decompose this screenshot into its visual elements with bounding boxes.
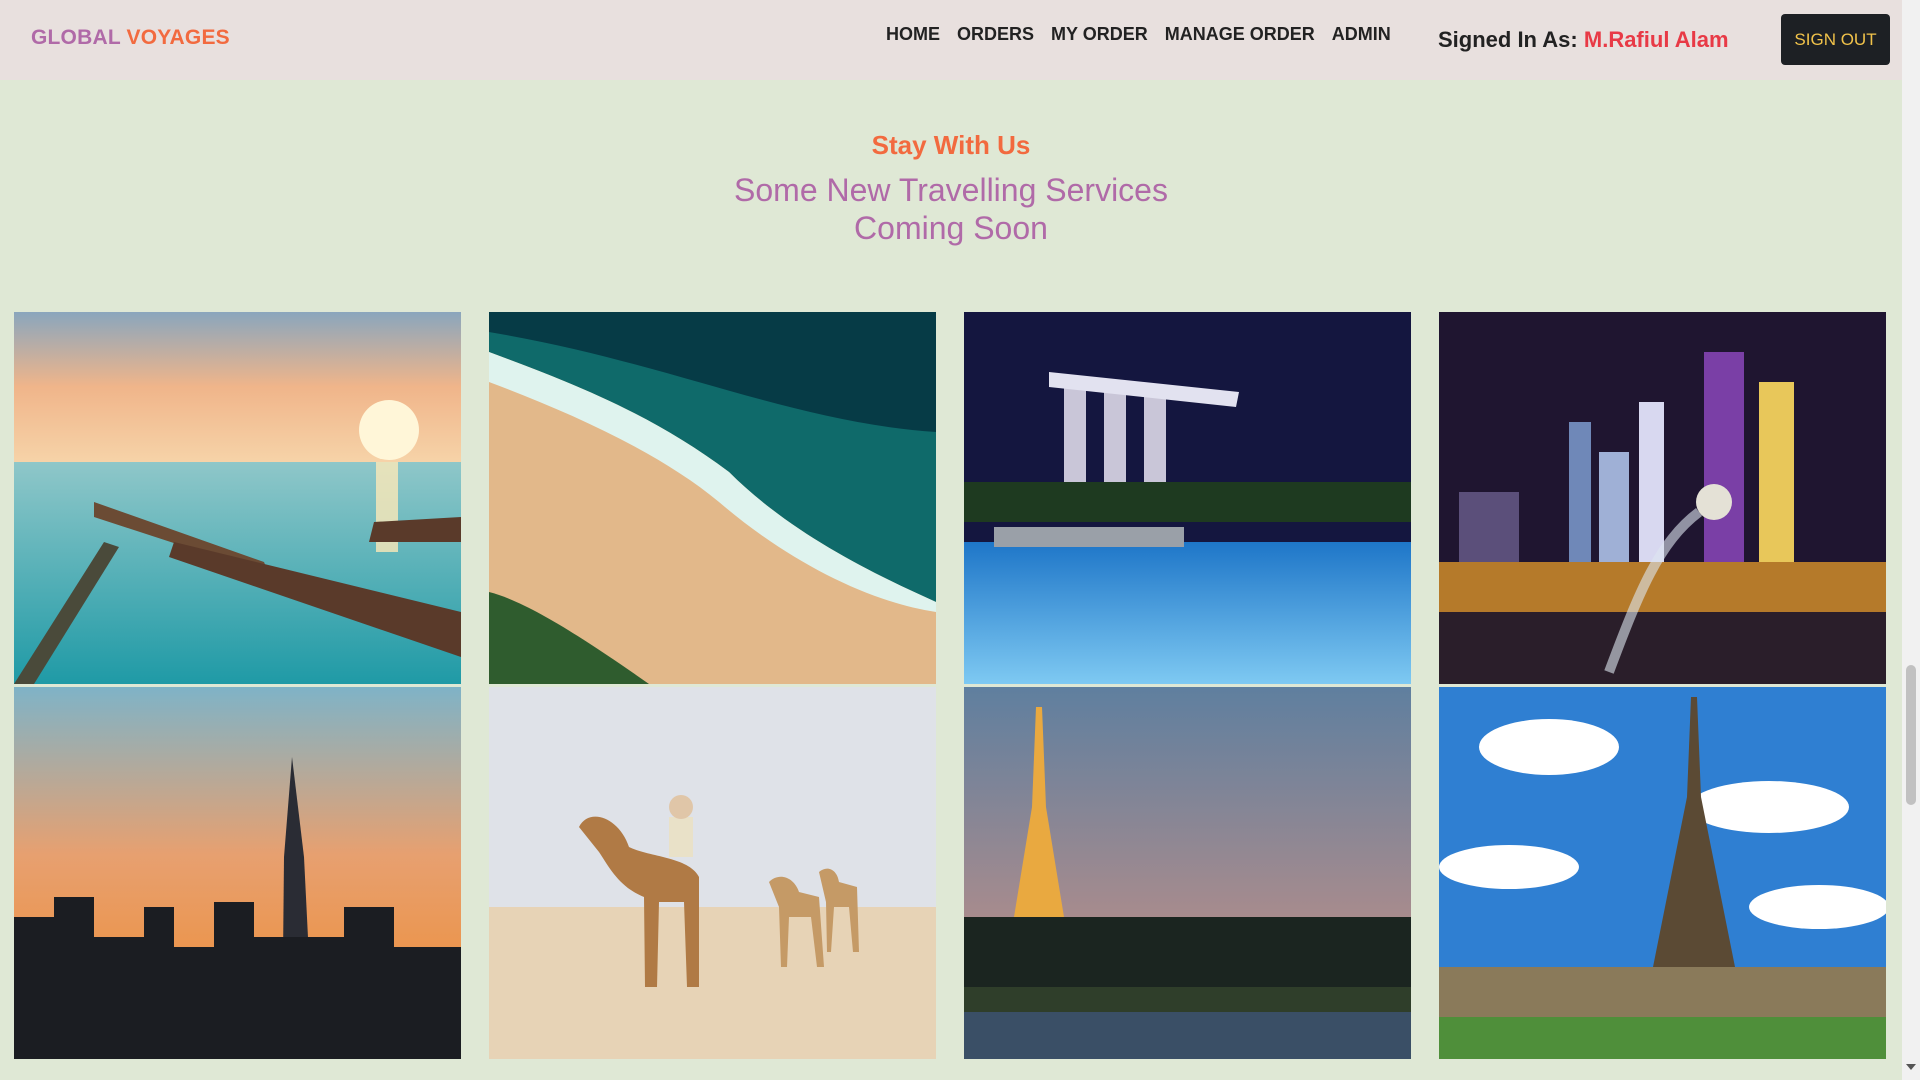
nav-my-order[interactable]: MY ORDER [1051,24,1148,45]
gallery-image-eiffel-dusk[interactable] [964,687,1411,1059]
signed-in-status: Signed In As: M.Rafiul Alam [1438,27,1729,53]
sign-out-button[interactable]: SIGN OUT [1781,14,1890,65]
section-title-line2: Coming Soon [854,210,1048,246]
section-subtitle: Stay With Us [871,130,1031,160]
nav-admin[interactable]: ADMIN [1332,24,1391,45]
brand-word-voyages: VOYAGES [126,26,230,49]
gallery-image-maldives[interactable] [14,312,461,684]
scrollbar-thumb[interactable] [1906,665,1916,805]
nav-links: HOME ORDERS MY ORDER MANAGE ORDER ADMIN [886,24,1408,45]
section-title: Some New Travelling Services Coming Soon [0,171,1902,247]
gallery-image-merlion[interactable] [1439,312,1886,684]
signed-in-label: Signed In As: [1438,27,1578,52]
page: GLOBAL VOYAGES HOME ORDERS MY ORDER MANA… [0,0,1920,1080]
section-heading: Stay With Us Some New Travelling Service… [0,130,1902,247]
gallery-image-city-sunset[interactable] [14,687,461,1059]
gallery-image-marina-bay-pool[interactable] [964,312,1411,684]
section-title-line1: Some New Travelling Services [734,172,1168,208]
gallery-image-beach[interactable] [489,312,936,684]
signed-in-user: M.Rafiul Alam [1583,27,1729,52]
navbar: GLOBAL VOYAGES HOME ORDERS MY ORDER MANA… [0,0,1902,80]
nav-home[interactable]: HOME [886,24,940,45]
scroll-down-arrow-icon[interactable] [1906,1064,1916,1070]
brand-word-global: GLOBAL [31,26,121,49]
nav-manage-order[interactable]: MANAGE ORDER [1165,24,1315,45]
nav-orders[interactable]: ORDERS [957,24,1034,45]
scrollbar[interactable] [1902,0,1920,1080]
gallery-image-camels[interactable] [489,687,936,1059]
brand-logo[interactable]: GLOBAL VOYAGES [31,26,230,50]
gallery-image-eiffel-sky[interactable] [1439,687,1886,1059]
